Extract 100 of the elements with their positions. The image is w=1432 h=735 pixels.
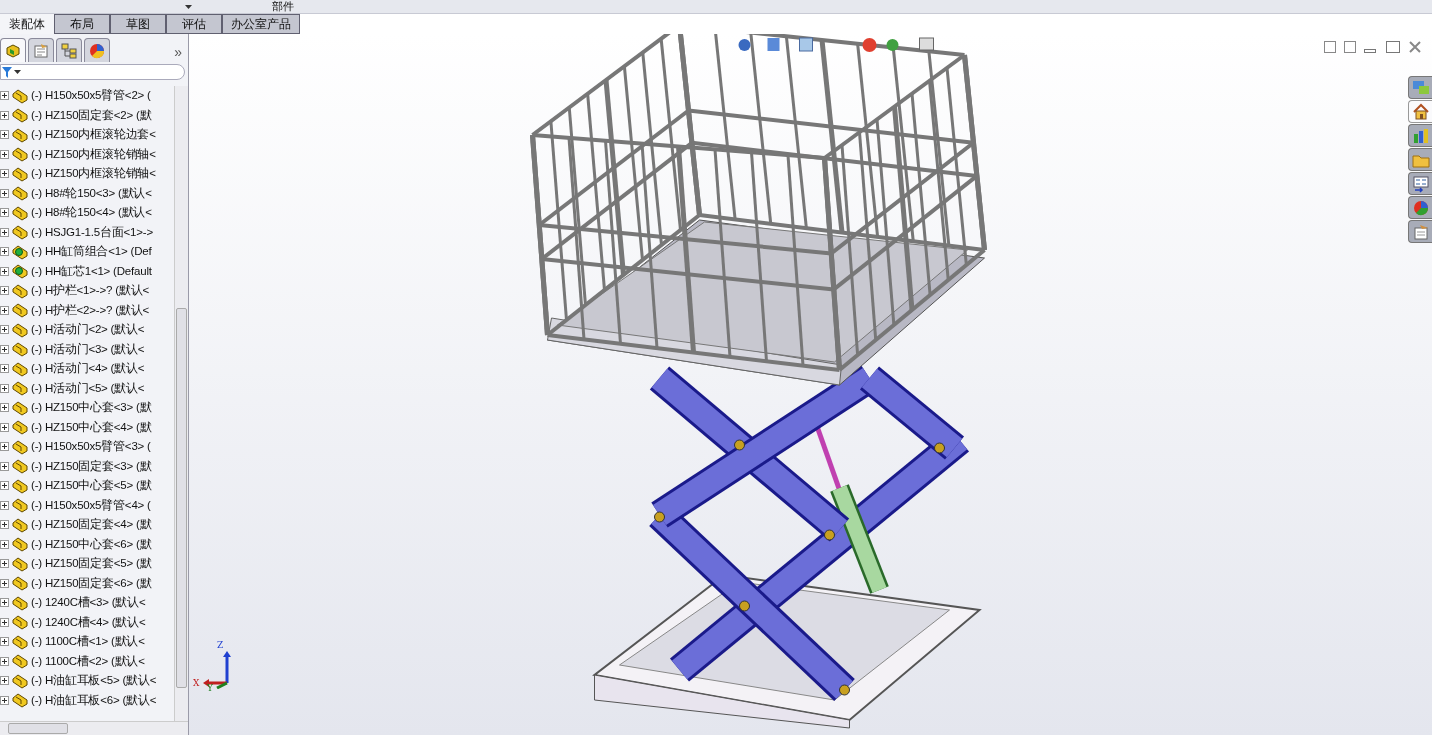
- expand-icon[interactable]: [0, 520, 9, 530]
- expand-icon[interactable]: [0, 188, 9, 198]
- tree-item[interactable]: (-) HZ150中心套<3> (默: [31, 399, 152, 417]
- tree-item[interactable]: (-) H150x50x5臂管<3> (: [31, 438, 151, 456]
- expand-icon[interactable]: [0, 500, 9, 510]
- tree-item[interactable]: (-) HZ150固定套<3> (默: [31, 457, 152, 475]
- expand-icon[interactable]: [0, 403, 9, 413]
- task-pane-tab[interactable]: [1408, 124, 1432, 147]
- layout-icon: [1411, 174, 1430, 193]
- horizontal-scrollbar[interactable]: [0, 721, 188, 735]
- tree-item[interactable]: (-) 1240C槽<3> (默认<: [31, 594, 146, 612]
- expand-icon[interactable]: [0, 559, 9, 569]
- tree-item[interactable]: (-) HH缸芯1<1> (Default: [31, 262, 152, 280]
- restore-button[interactable]: [1386, 41, 1400, 53]
- ribbon-tab[interactable]: 办公室产品: [222, 14, 300, 34]
- expand-icon[interactable]: [0, 305, 9, 315]
- close-icon: [1408, 40, 1422, 54]
- expand-icon[interactable]: [0, 383, 9, 393]
- expand-icon[interactable]: [0, 695, 9, 705]
- panel-tab[interactable]: [28, 38, 54, 62]
- tree-item[interactable]: (-) HZ150中心套<6> (默: [31, 535, 152, 553]
- tree-item[interactable]: (-) HH缸筒组合<1> (Def: [31, 243, 152, 261]
- expand-icon[interactable]: [0, 325, 9, 335]
- expand-icon[interactable]: [0, 344, 9, 354]
- scroll-thumb[interactable]: [8, 723, 68, 734]
- expand-icon[interactable]: [0, 617, 9, 627]
- tree-item[interactable]: (-) H活动门<5> (默认<: [31, 379, 145, 397]
- tree-item[interactable]: (-) H8#轮150<3> (默认<: [31, 184, 152, 202]
- ribbon-tab[interactable]: 评估: [166, 14, 222, 34]
- scroll-thumb[interactable]: [176, 308, 187, 688]
- tree-item[interactable]: (-) 1100C槽<1> (默认<: [31, 633, 145, 651]
- tree-item[interactable]: (-) HSJG1-1.5台面<1>->: [31, 223, 153, 241]
- part-icon: [11, 633, 29, 650]
- panel-tab[interactable]: [56, 38, 82, 62]
- expand-icon[interactable]: [0, 481, 9, 491]
- graphics-viewport[interactable]: Z X Y: [189, 34, 1432, 735]
- expand-icon[interactable]: [0, 461, 9, 471]
- tree-item[interactable]: (-) H活动门<4> (默认<: [31, 360, 145, 378]
- expand-icon[interactable]: [0, 91, 9, 101]
- tree-item[interactable]: (-) HZ150内框滚轮边套<: [31, 126, 156, 144]
- heads-up-toolbar[interactable]: [738, 37, 934, 52]
- expand-icon[interactable]: [0, 364, 9, 374]
- axis-label: Y: [207, 684, 213, 693]
- task-pane-tab[interactable]: [1408, 220, 1432, 243]
- expand-icon[interactable]: [0, 422, 9, 432]
- tree-item[interactable]: (-) H油缸耳板<5> (默认<: [31, 672, 157, 690]
- tree-item[interactable]: (-) 1240C槽<4> (默认<: [31, 613, 146, 631]
- tree-item[interactable]: (-) 1100C槽<2> (默认<: [31, 652, 145, 670]
- expand-icon[interactable]: [0, 676, 9, 686]
- part-icon: [11, 438, 29, 455]
- task-pane-tab[interactable]: [1408, 172, 1432, 195]
- vertical-scrollbar[interactable]: [174, 86, 188, 721]
- expand-icon[interactable]: [0, 169, 9, 179]
- ribbon-tab[interactable]: 布局: [54, 14, 110, 34]
- ribbon-tab[interactable]: 草图: [110, 14, 166, 34]
- tile-left-button[interactable]: [1324, 41, 1336, 53]
- expand-icon[interactable]: [0, 227, 9, 237]
- expand-icon[interactable]: [0, 656, 9, 666]
- tree-item[interactable]: (-) H活动门<2> (默认<: [31, 321, 145, 339]
- part-icon: [11, 575, 29, 592]
- tree-item[interactable]: (-) H150x50x5臂管<4> (: [31, 496, 151, 514]
- expand-icon[interactable]: [0, 637, 9, 647]
- tile-right-button[interactable]: [1344, 41, 1356, 53]
- part-icon: [11, 204, 29, 221]
- tree-item[interactable]: (-) HZ150固定套<5> (默: [31, 555, 152, 573]
- tree-item[interactable]: (-) H护栏<2>->? (默认<: [31, 301, 149, 319]
- tree-item[interactable]: (-) HZ150中心套<4> (默: [31, 418, 152, 436]
- tree-item[interactable]: (-) HZ150固定套<6> (默: [31, 574, 152, 592]
- tree-item[interactable]: (-) HZ150内框滚轮销轴<: [31, 145, 156, 163]
- expand-icon[interactable]: [0, 442, 9, 452]
- tree-item[interactable]: (-) H150x50x5臂管<2> (: [31, 87, 151, 105]
- expand-icon[interactable]: [0, 110, 9, 120]
- expand-icon[interactable]: [0, 539, 9, 549]
- home-icon: [1411, 102, 1430, 121]
- panel-tab[interactable]: [0, 38, 26, 62]
- tree-item[interactable]: (-) HZ150中心套<5> (默: [31, 477, 152, 495]
- expand-icon[interactable]: [0, 286, 9, 296]
- expand-icon[interactable]: [0, 247, 9, 257]
- filter-field[interactable]: [0, 64, 185, 80]
- tree-item[interactable]: (-) HZ150固定套<2> (默: [31, 106, 152, 124]
- part-icon: [11, 477, 29, 494]
- expand-icon[interactable]: [0, 208, 9, 218]
- expand-icon[interactable]: [0, 266, 9, 276]
- more-tabs-button[interactable]: »: [174, 42, 182, 62]
- ribbon-tab[interactable]: 装配体: [0, 14, 54, 34]
- tree-item[interactable]: (-) H8#轮150<4> (默认<: [31, 204, 152, 222]
- expand-icon[interactable]: [0, 130, 9, 140]
- tree-item[interactable]: (-) H护栏<1>->? (默认<: [31, 282, 149, 300]
- expand-icon[interactable]: [0, 598, 9, 608]
- panel-tab[interactable]: [84, 38, 110, 62]
- expand-icon[interactable]: [0, 149, 9, 159]
- tree-item[interactable]: (-) HZ150内框滚轮销轴<: [31, 165, 156, 183]
- close-button[interactable]: [1408, 40, 1422, 54]
- expand-icon[interactable]: [0, 578, 9, 588]
- part-icon: [11, 380, 29, 397]
- tree-item[interactable]: (-) H活动门<3> (默认<: [31, 340, 145, 358]
- tree-item[interactable]: (-) HZ150固定套<4> (默: [31, 516, 152, 534]
- task-pane-tab[interactable]: [1408, 100, 1432, 123]
- part-icon: [11, 321, 29, 338]
- tree-item[interactable]: (-) H油缸耳板<6> (默认<: [31, 691, 157, 709]
